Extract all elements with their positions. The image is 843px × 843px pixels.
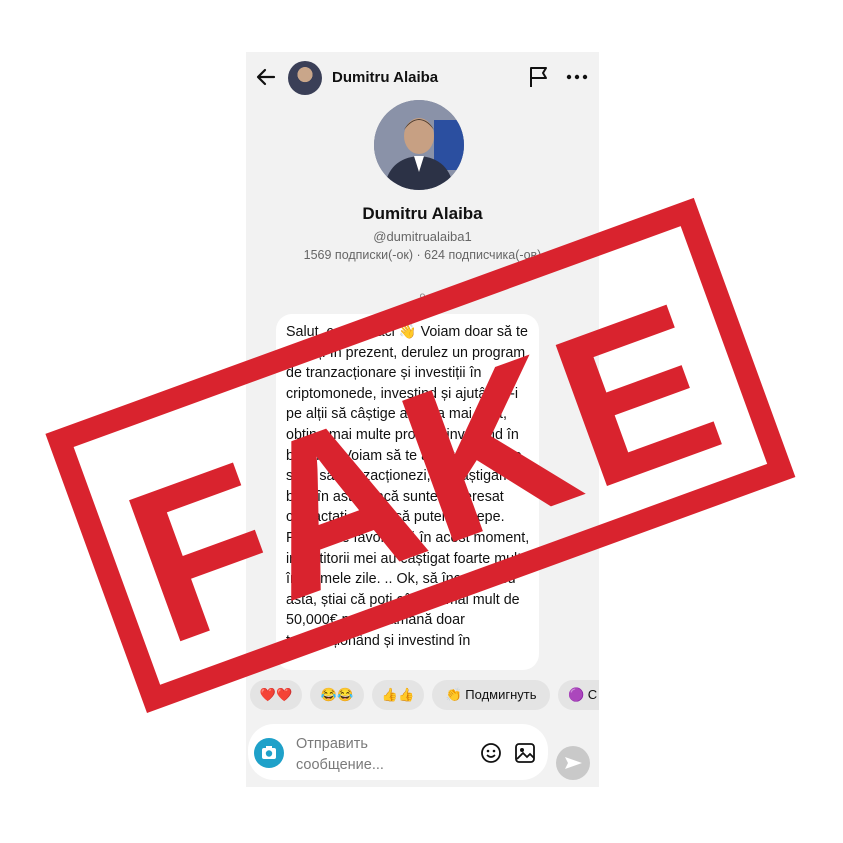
flag-icon[interactable] (528, 65, 550, 89)
profile-name: Dumitru Alaiba (362, 204, 483, 223)
camera-button[interactable] (254, 738, 284, 768)
reaction-wink[interactable]: 👏 Подмигнуть (432, 680, 550, 710)
message-timestamp: 9 (419, 292, 426, 304)
back-arrow-icon[interactable] (254, 65, 278, 89)
reaction-laugh[interactable]: 😂😂 (310, 680, 364, 710)
message-composer[interactable]: Отправить сообщение... (248, 724, 548, 780)
send-button[interactable] (556, 746, 590, 780)
reaction-hearts[interactable]: ❤️❤️ (250, 680, 302, 710)
chat-header: Dumitru Alaiba (246, 52, 599, 104)
profile-handle: @dumitrualaiba1 (373, 229, 472, 244)
message-input[interactable]: Отправить сообщение... (296, 734, 446, 776)
header-title[interactable]: Dumitru Alaiba (332, 69, 438, 86)
chat-screen: Dumitru Alaiba Dumitru Alaiba @dumitrual… (246, 52, 599, 787)
reaction-thumbs[interactable]: 👍👍 (372, 680, 424, 710)
reaction-more[interactable]: 🟣 С (558, 680, 599, 710)
avatar[interactable] (288, 61, 322, 95)
profile-stats: 1569 подписки(-ок) · 624 подписчика(-ов) (303, 248, 542, 262)
profile-avatar[interactable] (374, 100, 464, 190)
message-text: Salut, ce mai faci 👋 Voiam doar să te an… (286, 324, 530, 649)
quick-reactions: ❤️❤️ 😂😂 👍👍 👏 Подмигнуть 🟣 С (246, 680, 599, 712)
message-bubble[interactable]: Salut, ce mai faci 👋 Voiam doar să te an… (276, 314, 539, 670)
camera-icon (262, 746, 276, 759)
gallery-icon[interactable] (514, 742, 536, 764)
more-icon[interactable] (566, 66, 588, 88)
send-icon (565, 757, 582, 769)
profile-photo (374, 100, 464, 190)
sticker-icon[interactable] (480, 742, 502, 764)
